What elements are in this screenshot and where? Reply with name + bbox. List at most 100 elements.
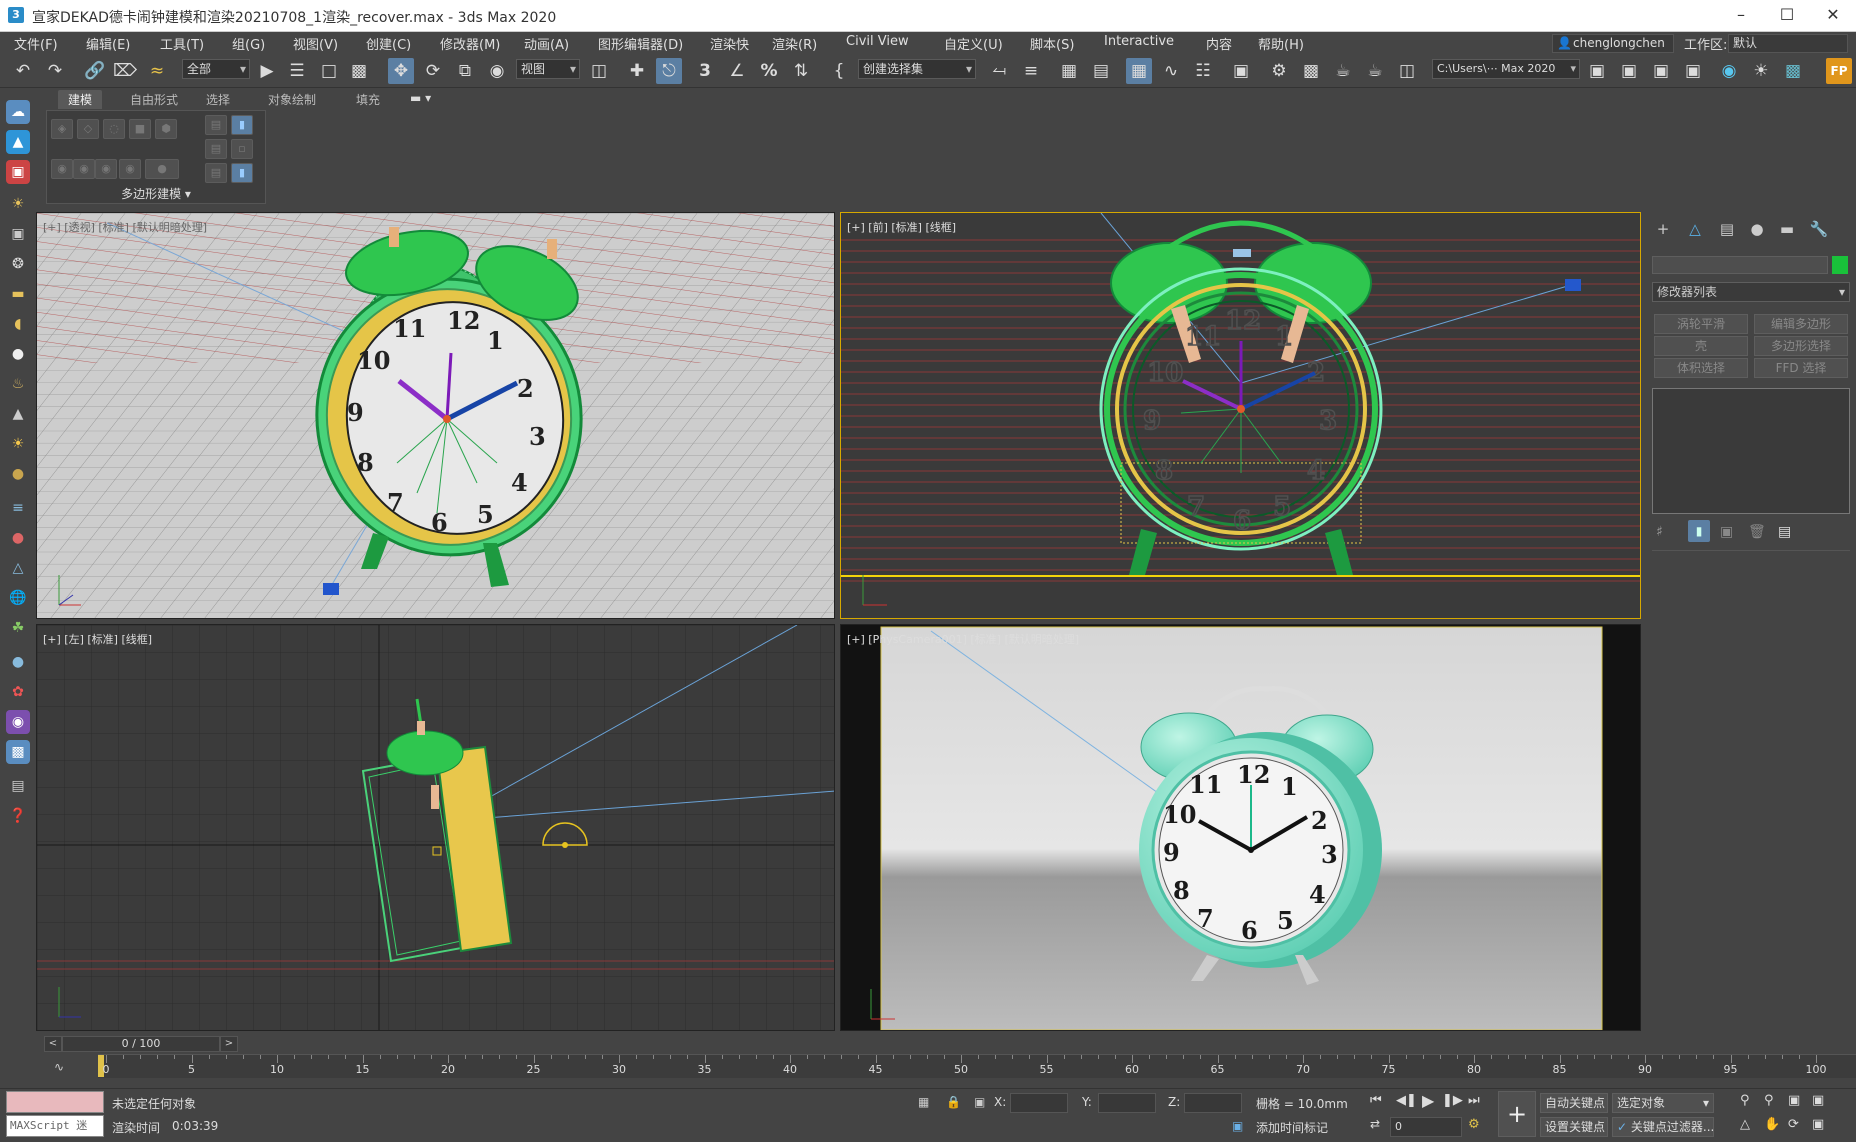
close-button[interactable]: ✕ bbox=[1810, 0, 1856, 32]
named-selection-set-dropdown[interactable]: 创建选择集 bbox=[858, 59, 976, 79]
zoom-extents-all-icon[interactable]: ▣ bbox=[1812, 1093, 1824, 1108]
scene-explorer-icon[interactable]: ▦ bbox=[1056, 58, 1082, 84]
link-icon[interactable]: 🔗 bbox=[82, 58, 108, 84]
key-filters-button[interactable]: ✓ 关键点过滤器... bbox=[1612, 1117, 1714, 1137]
minimize-button[interactable]: – bbox=[1718, 0, 1764, 32]
hierarchy-tab-icon[interactable]: ▤ bbox=[1714, 218, 1740, 240]
project-icon-3[interactable]: ▣ bbox=[1648, 58, 1674, 84]
menu-customize[interactable]: 自定义(U) bbox=[944, 34, 1003, 53]
render-gallery-icon[interactable]: ◫ bbox=[1394, 58, 1420, 84]
zoom-all-icon[interactable]: ⚲ bbox=[1764, 1093, 1774, 1108]
help-icon[interactable]: ❓ bbox=[6, 804, 30, 828]
field-of-view-icon[interactable]: △ bbox=[1740, 1117, 1750, 1132]
ribbon-tool-9[interactable]: ◉ bbox=[119, 159, 141, 179]
teapot-icon[interactable]: ♨ bbox=[6, 372, 30, 396]
ribbon-tool-7[interactable]: ◉ bbox=[73, 159, 95, 179]
place-icon[interactable]: ◉ bbox=[484, 58, 510, 84]
add-time-tag[interactable]: 添加时间标记 bbox=[1256, 1119, 1328, 1136]
layer-explorer-icon[interactable]: ▤ bbox=[1088, 58, 1114, 84]
render-frame-icon[interactable]: ▣ bbox=[6, 160, 30, 184]
play-icon[interactable]: ▶ bbox=[1422, 1091, 1434, 1110]
volume-select-button[interactable]: 体积选择 bbox=[1654, 358, 1748, 378]
viewport-perspective[interactable]: 12 1 2 3 4 5 6 7 8 9 10 11 [+] [透视] [标准]… bbox=[36, 212, 835, 619]
globe-icon[interactable]: 🌐 bbox=[6, 586, 30, 610]
object-color-swatch[interactable] bbox=[1832, 256, 1848, 274]
object-name-field[interactable] bbox=[1652, 256, 1828, 274]
ribbon-tool-2[interactable]: ◇ bbox=[77, 119, 99, 139]
add-time-tag-icon[interactable]: ▣ bbox=[1232, 1119, 1243, 1133]
viewport-front-label[interactable]: [+] [前] [标准] [线框] bbox=[847, 219, 956, 235]
project-icon-2[interactable]: ▣ bbox=[1616, 58, 1642, 84]
shell-button[interactable]: 壳 bbox=[1654, 336, 1748, 356]
display-tab-icon[interactable]: ▬ bbox=[1774, 218, 1800, 240]
ffd-select-button[interactable]: FFD 选择 bbox=[1754, 358, 1848, 378]
percent-snap-icon[interactable]: % bbox=[756, 58, 782, 84]
menu-graph-editors[interactable]: 图形编辑器(D) bbox=[598, 34, 683, 53]
orbit-icon[interactable]: ⟳ bbox=[1788, 1117, 1799, 1132]
modifier-list-dropdown[interactable]: 修改器列表 ▾ bbox=[1652, 282, 1850, 302]
unlink-icon[interactable]: ⌦ bbox=[112, 58, 138, 84]
particle-icon[interactable]: ≡ bbox=[6, 496, 30, 520]
next-frame-icon[interactable]: ❚▶ bbox=[1442, 1093, 1463, 1108]
schematic-view-icon[interactable]: ☷ bbox=[1190, 58, 1216, 84]
ribbon-tab-populate[interactable]: 填充 bbox=[346, 90, 390, 109]
edit-poly-button[interactable]: 编辑多边形 bbox=[1754, 314, 1848, 334]
ribbon-tab-freeform[interactable]: 自由形式 bbox=[120, 90, 188, 109]
selected-object-dropdown[interactable]: 选定对象 ▾ bbox=[1612, 1093, 1714, 1113]
select-object-icon[interactable]: ▶ bbox=[254, 58, 280, 84]
light-bulb-icon[interactable]: ◉ bbox=[1716, 58, 1742, 84]
move-icon[interactable]: ✥ bbox=[388, 58, 414, 84]
x-coordinate-field[interactable] bbox=[1010, 1093, 1068, 1113]
light-icon[interactable]: ☀ bbox=[6, 192, 30, 216]
render-icon[interactable]: ▩ bbox=[6, 740, 30, 764]
grass-icon[interactable]: ☘ bbox=[6, 616, 30, 640]
maxscript-input[interactable]: MAXScript 迷 bbox=[6, 1115, 104, 1137]
ribbon-tool-6[interactable]: ◉ bbox=[51, 159, 73, 179]
make-unique-icon[interactable]: ▣ bbox=[1720, 524, 1733, 540]
key-mode-icon[interactable]: ⇄ bbox=[1370, 1117, 1380, 1131]
render-production-icon[interactable]: ☕ bbox=[1330, 58, 1356, 84]
project-icon-1[interactable]: ▣ bbox=[1584, 58, 1610, 84]
sun-icon[interactable]: ☀ bbox=[1748, 58, 1774, 84]
time-slider[interactable]: 0 / 100 bbox=[62, 1036, 220, 1052]
remove-modifier-icon[interactable]: 🗑 bbox=[1748, 524, 1766, 540]
window-crossing-icon[interactable]: ▩ bbox=[346, 58, 372, 84]
show-end-result-icon[interactable]: ▮ bbox=[1688, 520, 1710, 542]
maxscript-listener-pink[interactable] bbox=[6, 1091, 104, 1113]
viewport-left-label[interactable]: [+] [左] [标准] [线框] bbox=[43, 631, 152, 647]
menu-content[interactable]: 内容 bbox=[1206, 34, 1232, 53]
ribbon-tool-11[interactable]: ▤ bbox=[205, 115, 227, 135]
modify-tab-icon[interactable]: △ bbox=[1682, 218, 1708, 240]
set-key-button[interactable]: 设置关键点 bbox=[1540, 1117, 1608, 1137]
menu-edit[interactable]: 编辑(E) bbox=[86, 34, 130, 53]
modifier-stack-list[interactable] bbox=[1652, 388, 1850, 514]
ribbon-tool-14[interactable]: ▫ bbox=[231, 139, 253, 159]
render-setup-icon[interactable]: ⚙ bbox=[1266, 58, 1292, 84]
motion-tab-icon[interactable]: ● bbox=[1744, 218, 1770, 240]
viewport-left[interactable]: [+] [左] [标准] [线框] bbox=[36, 624, 835, 1031]
fp-plugin-icon[interactable]: FP bbox=[1826, 58, 1852, 84]
ribbon-tool-16[interactable]: ▮ bbox=[231, 163, 253, 183]
redo-icon[interactable]: ↷ bbox=[42, 58, 68, 84]
rotate-icon[interactable]: ⟳ bbox=[420, 58, 446, 84]
undo-icon[interactable]: ↶ bbox=[10, 58, 36, 84]
set-key-big-icon[interactable]: + bbox=[1498, 1091, 1536, 1137]
rect-selection-icon[interactable]: □ bbox=[316, 58, 342, 84]
time-slider-prev-icon[interactable]: < bbox=[44, 1036, 62, 1052]
slate-editor-icon[interactable]: ◉ bbox=[6, 710, 30, 734]
goto-end-icon[interactable]: ⏭ bbox=[1468, 1093, 1480, 1108]
dome-icon[interactable]: ● bbox=[6, 462, 30, 486]
cone-icon[interactable]: ▲ bbox=[6, 402, 30, 426]
ribbon-tool-15[interactable]: ▤ bbox=[205, 163, 227, 183]
isolate-selection-icon[interactable]: ▦ bbox=[918, 1095, 929, 1109]
goto-start-icon[interactable]: ⏮ bbox=[1370, 1093, 1382, 1108]
zoom-extents-icon[interactable]: ▣ bbox=[1788, 1093, 1800, 1108]
ribbon-tool-1[interactable]: ◈ bbox=[51, 119, 73, 139]
material-sphere-icon[interactable]: ● bbox=[6, 650, 30, 674]
ribbon-options-icon[interactable]: ▬ ▾ bbox=[400, 90, 441, 106]
menu-animation[interactable]: 动画(A) bbox=[524, 34, 569, 53]
auto-key-button[interactable]: 自动关键点 bbox=[1540, 1093, 1608, 1113]
viewport-camera[interactable]: 12 1 2 3 4 5 6 7 8 9 10 11 [+] [PhysCame… bbox=[840, 624, 1641, 1031]
menu-civil-view[interactable]: Civil View bbox=[846, 34, 909, 49]
y-coordinate-field[interactable] bbox=[1098, 1093, 1156, 1113]
